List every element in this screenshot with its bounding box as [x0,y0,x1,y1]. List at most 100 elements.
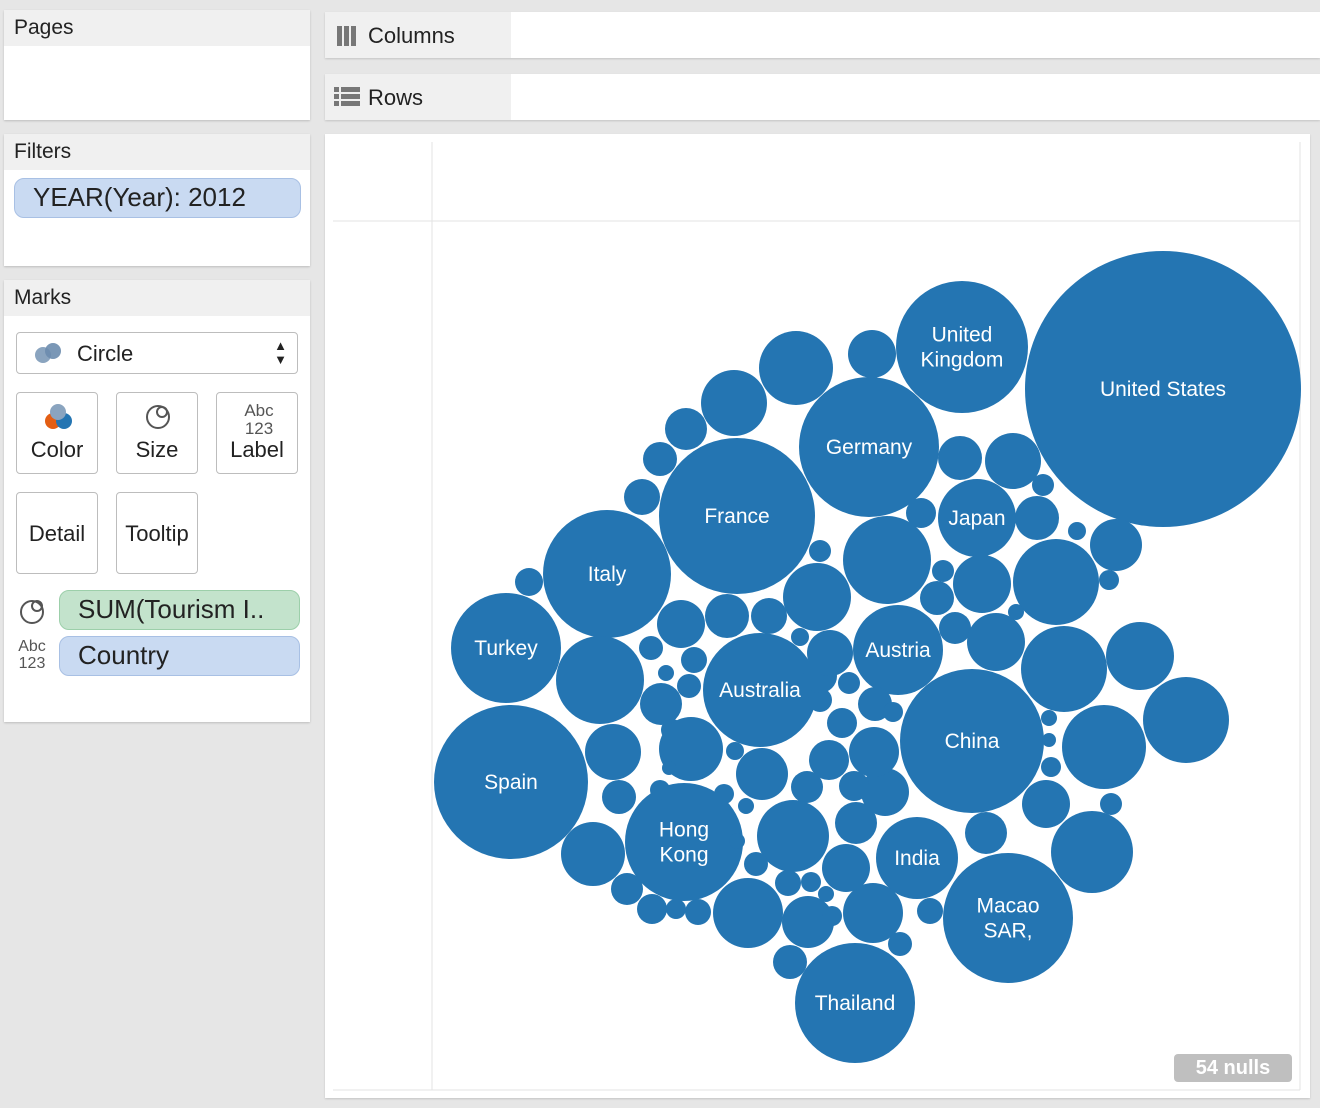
bubble-label-austria: Austria [865,639,931,662]
bubble-unlabeled-73[interactable] [1051,811,1133,893]
bubble-unlabeled-36[interactable] [827,708,857,738]
bubble-unlabeled-25[interactable] [757,800,829,872]
bubble-unlabeled-21[interactable] [917,898,943,924]
bubble-label-italy: Italy [588,563,627,586]
bubble-unlabeled-7[interactable] [556,636,644,724]
bubble-unlabeled-57[interactable] [1099,570,1119,590]
bubble-unlabeled-28[interactable] [775,870,801,896]
bubble-unlabeled-80[interactable] [640,683,682,725]
bubble-unlabeled-9[interactable] [602,780,636,814]
bubble-unlabeled-67[interactable] [1062,705,1146,789]
bubble-unlabeled-85[interactable] [650,780,670,800]
label-encoding-icon: Abc 123 [18,638,46,672]
bubble-unlabeled-78[interactable] [658,665,674,681]
bubble-unlabeled-23[interactable] [835,802,877,844]
bubble-unlabeled-60[interactable] [920,581,954,615]
bubble-unlabeled-0[interactable] [759,331,833,405]
bubble-unlabeled-50[interactable] [938,436,982,480]
rows-shelf[interactable]: Rows [325,74,1320,120]
bubble-unlabeled-61[interactable] [939,612,971,644]
bubble-unlabeled-49[interactable] [906,498,936,528]
bubble-unlabeled-6[interactable] [515,568,543,596]
filter-pill-year[interactable]: YEAR(Year): 2012 [14,178,301,218]
bubble-unlabeled-84[interactable] [662,761,676,775]
bubble-unlabeled-12[interactable] [637,894,667,924]
bubble-unlabeled-47[interactable] [809,540,831,562]
country-label-pill[interactable]: Country [59,636,300,676]
nulls-indicator[interactable]: 54 nulls [1174,1054,1292,1082]
bubble-unlabeled-42[interactable] [807,630,853,676]
bubble-unlabeled-45[interactable] [705,594,749,638]
bubble-unlabeled-53[interactable] [1015,496,1059,540]
bubble-unlabeled-13[interactable] [666,899,686,919]
bubble-unlabeled-43[interactable] [791,628,809,646]
bubble-unlabeled-16[interactable] [773,945,807,979]
bubble-unlabeled-56[interactable] [1013,539,1099,625]
bubble-unlabeled-75[interactable] [657,600,705,648]
bubble-unlabeled-20[interactable] [888,932,912,956]
bubble-unlabeled-34[interactable] [839,771,869,801]
bubble-unlabeled-41[interactable] [838,672,860,694]
color-button[interactable]: Color [16,392,98,474]
bubble-unlabeled-39[interactable] [883,702,903,722]
bubble-unlabeled-52[interactable] [1032,474,1054,496]
bubble-unlabeled-8[interactable] [585,724,641,780]
bubble-unlabeled-74[interactable] [1041,710,1057,726]
bubble-unlabeled-18[interactable] [822,906,842,926]
bubble-unlabeled-14[interactable] [685,899,711,925]
bubble-unlabeled-77[interactable] [681,647,707,673]
bubble-unlabeled-46[interactable] [783,563,851,631]
bubble-unlabeled-30[interactable] [818,886,834,902]
color-icon [45,404,72,429]
bubble-unlabeled-71[interactable] [1100,793,1122,815]
bubble-unlabeled-62[interactable] [967,613,1025,671]
bubble-unlabeled-4[interactable] [643,442,677,476]
bubble-unlabeled-15[interactable] [713,878,783,948]
bubble-unlabeled-64[interactable] [1021,626,1107,712]
bubble-unlabeled-58[interactable] [953,555,1011,613]
bubble-unlabeled-31[interactable] [736,748,788,800]
bubble-united-kingdom[interactable] [896,281,1028,413]
detail-button[interactable]: Detail [16,492,98,574]
marks-title: Marks [4,280,310,316]
bubble-unlabeled-69[interactable] [1041,757,1061,777]
size-measure-pill[interactable]: SUM(Tourism I.. [59,590,300,630]
bubble-unlabeled-86[interactable] [714,784,734,804]
bubble-unlabeled-72[interactable] [965,812,1007,854]
size-button[interactable]: Size [116,392,198,474]
rows-icon [334,87,360,106]
bubble-unlabeled-3[interactable] [665,408,707,450]
label-button[interactable]: Abc 123 Label [216,392,298,474]
bubble-unlabeled-26[interactable] [744,852,768,876]
bubble-unlabeled-68[interactable] [1042,733,1056,747]
bubble-unlabeled-79[interactable] [677,674,701,698]
bubble-unlabeled-27[interactable] [729,833,745,849]
bubble-unlabeled-29[interactable] [801,872,821,892]
bubble-unlabeled-51[interactable] [985,433,1041,489]
bubble-unlabeled-1[interactable] [848,330,896,378]
bubble-unlabeled-5[interactable] [624,479,660,515]
bubble-unlabeled-87[interactable] [738,798,754,814]
bubble-unlabeled-48[interactable] [843,516,931,604]
bubble-unlabeled-54[interactable] [1068,522,1086,540]
bubble-unlabeled-24[interactable] [822,844,870,892]
bubble-unlabeled-10[interactable] [561,822,625,886]
bubble-macao-sar[interactable] [943,853,1073,983]
bubble-unlabeled-70[interactable] [1022,780,1070,828]
bubble-unlabeled-44[interactable] [751,598,787,634]
bubble-label-australia: Australia [719,679,801,702]
tooltip-button[interactable]: Tooltip [116,492,198,574]
bubble-unlabeled-2[interactable] [701,370,767,436]
bubble-unlabeled-83[interactable] [726,742,744,760]
bubble-unlabeled-55[interactable] [1090,519,1142,571]
bubble-unlabeled-35[interactable] [849,727,899,777]
mark-type-dropdown[interactable]: Circle ▲ ▼ [16,332,298,374]
bubble-unlabeled-33[interactable] [809,740,849,780]
columns-shelf[interactable]: Columns [325,12,1320,58]
bubble-unlabeled-66[interactable] [1143,677,1229,763]
bubble-unlabeled-59[interactable] [932,560,954,582]
bubble-unlabeled-11[interactable] [611,873,643,905]
bubble-unlabeled-76[interactable] [639,636,663,660]
bubble-unlabeled-65[interactable] [1106,622,1174,690]
bubble-unlabeled-63[interactable] [1008,604,1024,620]
